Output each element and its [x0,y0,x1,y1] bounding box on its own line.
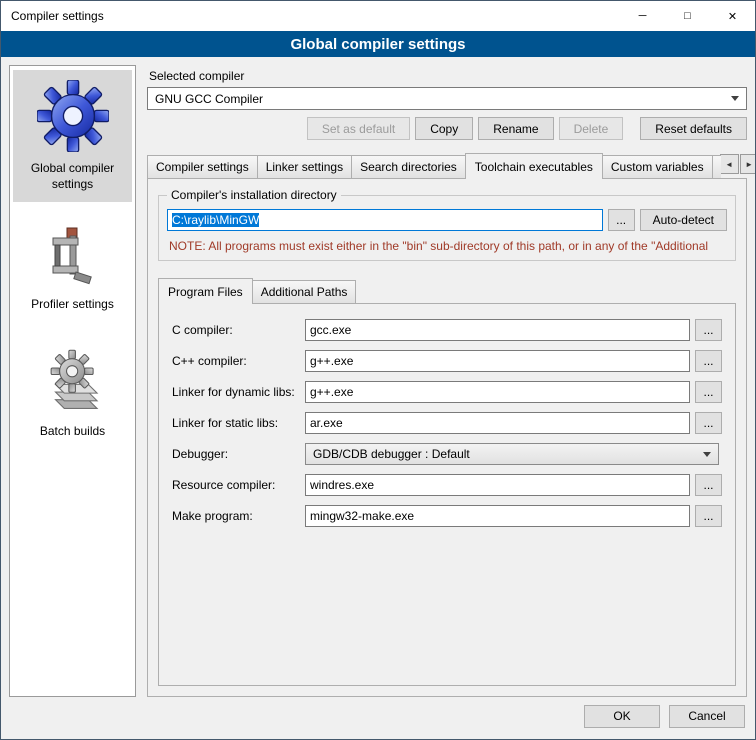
installation-directory-value: C:\raylib\MinGW [172,213,259,227]
rename-button[interactable]: Rename [478,117,553,140]
field-label: Linker for static libs: [172,416,305,430]
sidebar-item-global-compiler-settings[interactable]: Global compiler settings [13,70,132,202]
browse-button[interactable]: ... [695,319,722,341]
tab-program-files[interactable]: Program Files [158,278,253,304]
settings-tabstrip: Compiler settings Linker settings Search… [147,153,747,178]
tab-toolchain-executables[interactable]: Toolchain executables [465,153,603,179]
tab-additional-paths[interactable]: Additional Paths [252,280,357,303]
page-title: Global compiler settings [1,31,755,57]
program-tabstrip: Program Files Additional Paths [158,278,736,303]
field-label: Debugger: [172,447,305,461]
linker-static-value: ar.exe [310,416,343,430]
field-row-debugger: Debugger: GDB/CDB debugger : Default [172,443,722,465]
field-row-make-program: Make program: mingw32-make.exe ... [172,505,722,527]
browse-button[interactable]: ... [695,350,722,372]
tab-scroll-left-icon[interactable]: ◄ [720,154,739,174]
field-label: Resource compiler: [172,478,305,492]
browse-button[interactable]: ... [695,474,722,496]
minimize-icon[interactable]: ─ [620,1,665,31]
reset-defaults-button[interactable]: Reset defaults [640,117,747,140]
tab-build-options-clipped[interactable]: Builc [712,155,721,178]
installation-directory-input[interactable]: C:\raylib\MinGW [167,209,603,231]
chevron-down-icon [731,96,739,101]
debugger-value: GDB/CDB debugger : Default [313,447,470,461]
window-controls: ─ □ ✕ [620,1,755,31]
field-row-cpp-compiler: C++ compiler: g++.exe ... [172,350,722,372]
field-label: C compiler: [172,323,305,337]
chevron-down-icon [703,452,711,457]
resource-compiler-input[interactable]: windres.exe [305,474,690,496]
c-compiler-value: gcc.exe [310,323,351,337]
field-label: Linker for dynamic libs: [172,385,305,399]
ok-button[interactable]: OK [584,705,660,728]
sidebar-item-batch-builds[interactable]: Batch builds [13,335,132,450]
selected-compiler-label: Selected compiler [149,69,747,83]
window-title: Compiler settings [1,9,104,23]
compiler-settings-window: Compiler settings ─ □ ✕ Global compiler … [0,0,756,740]
make-program-value: mingw32-make.exe [310,509,414,523]
installation-directory-group: Compiler's installation directory C:\ray… [158,195,736,261]
tab-compiler-settings[interactable]: Compiler settings [147,155,258,178]
linker-dynamic-input[interactable]: g++.exe [305,381,690,403]
compiler-select-value: GNU GCC Compiler [155,92,263,106]
sidebar-item-label: Global compiler settings [15,161,130,192]
sidebar-item-label: Profiler settings [31,297,114,313]
tab-search-directories[interactable]: Search directories [351,155,466,178]
field-row-linker-static: Linker for static libs: ar.exe ... [172,412,722,434]
debugger-select[interactable]: GDB/CDB debugger : Default [305,443,719,465]
profiler-clamp-icon [41,224,105,288]
batch-gear-stack-icon [38,345,108,415]
titlebar[interactable]: Compiler settings ─ □ ✕ [1,1,755,31]
dialog-footer: OK Cancel [1,701,755,739]
compiler-select[interactable]: GNU GCC Compiler [147,87,747,110]
blue-gear-icon [37,80,109,152]
linker-dynamic-value: g++.exe [310,385,353,399]
tab-scroll-buttons: ◄ ► [720,154,756,174]
delete-button: Delete [559,117,624,140]
auto-detect-button[interactable]: Auto-detect [640,209,727,231]
tab-custom-variables[interactable]: Custom variables [602,155,713,178]
field-row-c-compiler: C compiler: gcc.exe ... [172,319,722,341]
dialog-body: Global compiler settings Profiler settin… [1,57,755,701]
field-row-linker-dynamic: Linker for dynamic libs: g++.exe ... [172,381,722,403]
browse-button[interactable]: ... [695,505,722,527]
maximize-icon[interactable]: □ [665,1,710,31]
field-label: Make program: [172,509,305,523]
installation-note: NOTE: All programs must exist either in … [169,239,725,253]
cancel-button[interactable]: Cancel [669,705,745,728]
browse-button[interactable]: ... [695,381,722,403]
main-panel: Selected compiler GNU GCC Compiler Set a… [147,65,747,697]
c-compiler-input[interactable]: gcc.exe [305,319,690,341]
make-program-input[interactable]: mingw32-make.exe [305,505,690,527]
cpp-compiler-input[interactable]: g++.exe [305,350,690,372]
installation-directory-browse-button[interactable]: ... [608,209,635,231]
linker-static-input[interactable]: ar.exe [305,412,690,434]
browse-button[interactable]: ... [695,412,722,434]
cpp-compiler-value: g++.exe [310,354,353,368]
toolchain-executables-panel: Compiler's installation directory C:\ray… [147,178,747,697]
field-label: C++ compiler: [172,354,305,368]
tab-scroll-right-icon[interactable]: ► [740,154,756,174]
sidebar-item-profiler-settings[interactable]: Profiler settings [13,214,132,323]
settings-sidebar: Global compiler settings Profiler settin… [9,65,136,697]
tab-linker-settings[interactable]: Linker settings [257,155,352,178]
installation-directory-title: Compiler's installation directory [167,188,341,202]
installation-directory-row: C:\raylib\MinGW ... Auto-detect [167,209,727,231]
copy-button[interactable]: Copy [415,117,473,140]
sidebar-item-label: Batch builds [40,424,105,440]
close-icon[interactable]: ✕ [710,1,755,31]
resource-compiler-value: windres.exe [310,478,374,492]
set-as-default-button: Set as default [307,117,410,140]
compiler-actions: Set as default Copy Rename Delete Reset … [147,117,747,140]
program-files-panel: C compiler: gcc.exe ... C++ compiler: g+… [158,303,736,686]
field-row-resource-compiler: Resource compiler: windres.exe ... [172,474,722,496]
